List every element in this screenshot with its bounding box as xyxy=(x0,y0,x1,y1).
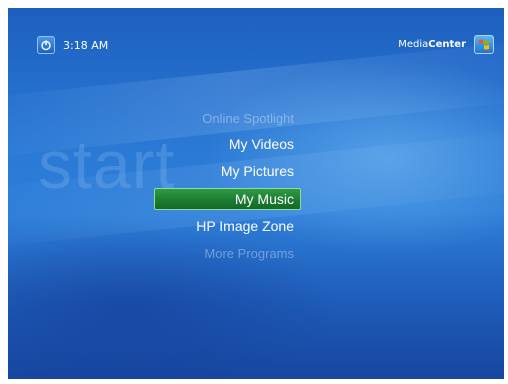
clock: 3:18 AM xyxy=(63,39,109,52)
menu-item-my-videos[interactable]: My Videos xyxy=(229,136,294,152)
power-icon xyxy=(41,40,51,51)
brand-label: MediaCenter xyxy=(398,39,466,50)
menu-item-label: My Music xyxy=(234,191,294,207)
menu-item-more-programs[interactable]: More Programs xyxy=(204,246,294,261)
window-frame: 3:18 AM MediaCenter start My Music Onlin… xyxy=(0,0,508,384)
menu-item-hp-image-zone[interactable]: HP Image Zone xyxy=(196,218,294,234)
brand-bold: Center xyxy=(428,39,466,50)
menu-item-online-spotlight[interactable]: Online Spotlight xyxy=(202,111,294,126)
menu-item-my-pictures[interactable]: My Pictures xyxy=(221,163,294,179)
menu-item-my-music[interactable]: My Music xyxy=(154,188,301,210)
windows-logo-icon[interactable] xyxy=(474,35,494,54)
media-center-screen: 3:18 AM MediaCenter start My Music Onlin… xyxy=(8,8,504,379)
power-button[interactable] xyxy=(37,36,55,54)
brand-light: Media xyxy=(398,39,429,50)
